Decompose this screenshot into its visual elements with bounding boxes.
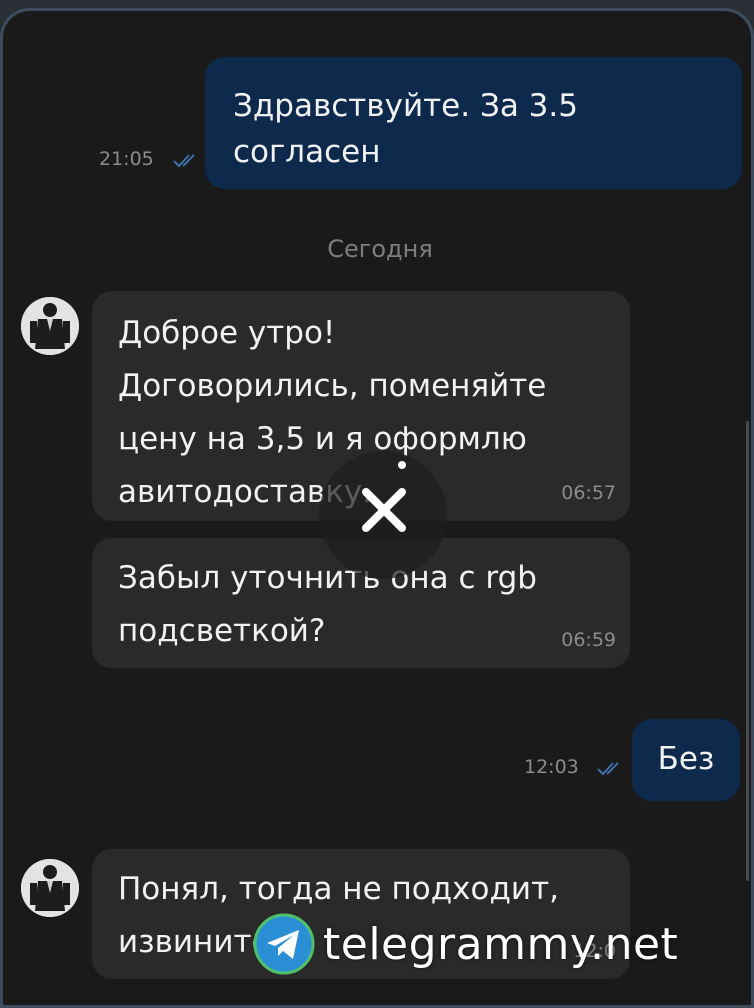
- close-button[interactable]: [319, 451, 447, 579]
- watermark: telegrammy.net: [253, 909, 678, 979]
- outgoing-message[interactable]: Без: [632, 719, 740, 801]
- watermark-text: telegrammy.net: [323, 918, 679, 970]
- outgoing-message[interactable]: Здравствуйте. За 3.5 согласен: [205, 57, 742, 189]
- message-time: 06:57: [561, 482, 616, 504]
- indicator-dot: [398, 461, 406, 469]
- message-time: 06:59: [561, 629, 616, 651]
- read-ticks-icon: [597, 762, 619, 776]
- message-time: 12:03: [524, 756, 579, 778]
- day-separator: Сегодня: [327, 235, 433, 263]
- avatar[interactable]: [21, 859, 79, 917]
- message-text: Здравствуйте. За 3.5 согласен: [233, 88, 578, 170]
- avatar-person-icon: [21, 859, 79, 917]
- message-time: 21:05: [99, 148, 154, 170]
- telegram-logo-icon: [253, 913, 315, 975]
- chat-frame: 21:05 Здравствуйте. За 3.5 согласен Сего…: [0, 8, 754, 1008]
- read-ticks-icon: [173, 154, 195, 168]
- scrollbar[interactable]: [746, 421, 749, 881]
- close-icon: [362, 488, 406, 532]
- avatar[interactable]: [21, 297, 79, 355]
- message-text: Без: [657, 741, 715, 777]
- avatar-person-icon: [21, 297, 79, 355]
